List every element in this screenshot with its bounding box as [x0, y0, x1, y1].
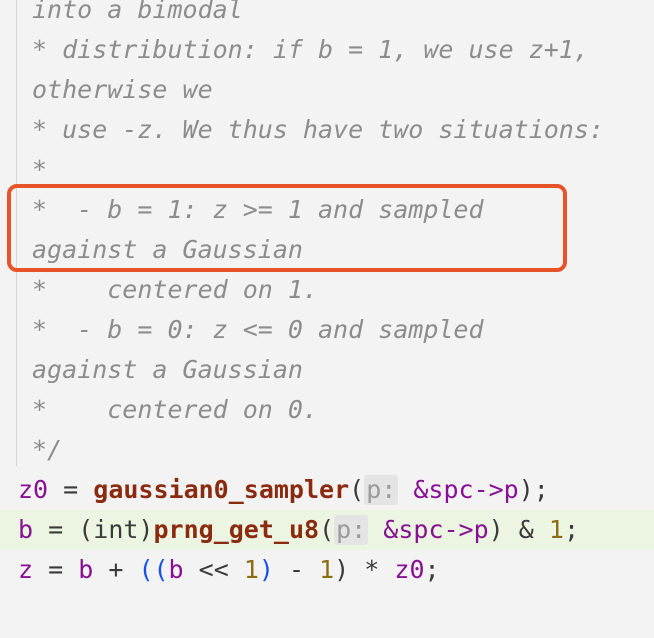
code-line-z-assignment[interactable]: z = b + ((b << 1) - 1) * z0; [0, 550, 654, 590]
comment-line: against a Gaussian [32, 355, 303, 384]
comment-line: * distribution: if b = 1, we use z+1, [32, 35, 589, 64]
function-call-gaussian0-sampler[interactable]: gaussian0_sampler [93, 475, 349, 504]
semicolon: ; [424, 555, 440, 584]
operator: = [48, 475, 94, 504]
code-line-b-assignment[interactable]: b = (int)prng_get_u8(p: &spc->p) & 1; [0, 510, 654, 550]
code-editor[interactable]: into a bimodal * distribution: if b = 1,… [0, 0, 654, 638]
semicolon: ; [563, 515, 579, 544]
paren: ) [258, 555, 274, 584]
variable-z0: z0 [18, 475, 49, 504]
comment-line: * centered on 1. [32, 275, 318, 304]
number-literal: 1 [548, 515, 564, 544]
operator: << [183, 555, 244, 584]
variable-b: b [78, 555, 94, 584]
paren: ( [319, 515, 335, 544]
comment-line: */ [32, 435, 63, 464]
argument: &spc->p [398, 475, 519, 504]
number-literal: 1 [243, 555, 259, 584]
paren: ) [334, 555, 350, 584]
code-line-z0-assignment[interactable]: z0 = gaussian0_sampler(p: &spc->p); [0, 470, 654, 510]
argument: &spc->p [368, 515, 489, 544]
number-literal: 1 [319, 555, 335, 584]
operator: = [33, 515, 79, 544]
comment-line: * use -z. We thus have two situations: [32, 115, 604, 144]
comment-line: otherwise we [32, 75, 213, 104]
paren: ) [488, 515, 504, 544]
operator: = [33, 555, 79, 584]
variable-b: b [18, 515, 34, 544]
operator: & [503, 515, 549, 544]
operator: * [349, 555, 395, 584]
comment-line: into a bimodal [32, 0, 243, 24]
operator: - [273, 555, 320, 584]
paren: (( [138, 555, 169, 584]
operator: + [93, 555, 139, 584]
type-cast: (int) [78, 515, 154, 544]
variable-b: b [168, 555, 184, 584]
variable-z: z [18, 555, 34, 584]
parameter-hint: p: [334, 515, 369, 545]
paren: ( [349, 475, 365, 504]
variable-z0: z0 [394, 555, 425, 584]
comment-line: * - b = 0: z <= 0 and sampled [32, 315, 484, 344]
paren: ); [518, 475, 549, 504]
comment-line: * centered on 0. [32, 395, 318, 424]
parameter-hint: p: [364, 475, 399, 505]
highlight-annotation-box [7, 184, 567, 272]
function-call-prng-get-u8[interactable]: prng_get_u8 [153, 515, 319, 544]
